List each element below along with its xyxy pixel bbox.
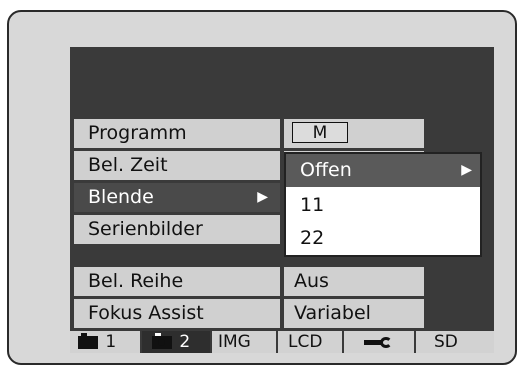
menu-row-label-text: Blende <box>88 186 154 208</box>
menu-row-value: Aus <box>284 267 424 296</box>
submenu-arrow-icon: ▶ <box>257 189 268 205</box>
camera-icon <box>152 332 172 349</box>
wrench-icon <box>364 337 394 348</box>
menu-row-value: Variabel <box>284 299 424 328</box>
menu-row-label: Bel. Zeit <box>74 151 280 180</box>
menu-row-label: Bel. Reihe <box>74 267 280 296</box>
tab-lcd[interactable]: LCD <box>278 331 344 353</box>
tab-camera-1[interactable]: 1 <box>70 331 142 353</box>
tab-label: IMG <box>218 332 251 352</box>
tab-sd[interactable]: SD <box>416 331 494 353</box>
option-label: 22 <box>300 227 325 249</box>
menu-row-label: Fokus Assist <box>74 299 280 328</box>
tab-img[interactable]: IMG <box>212 331 278 353</box>
mode-value-box: M <box>292 122 348 143</box>
menu-row-label: Serienbilder <box>74 215 280 244</box>
option-label: Offen <box>300 159 352 181</box>
menu-row-label: Blende ▶ <box>74 183 280 212</box>
tab-label: 1 <box>105 332 117 352</box>
camera-body: Programm M Bel. Zeit Blende ▶ Serienbild… <box>7 10 517 365</box>
tab-label: SD <box>434 332 458 352</box>
camera-icon <box>78 332 98 349</box>
tab-camera-2[interactable]: 2 <box>142 331 212 353</box>
screen-header-area <box>70 47 494 119</box>
dropdown-option-offen[interactable]: Offen ▶ <box>286 154 480 187</box>
tab-setup[interactable] <box>344 331 416 353</box>
option-label: 11 <box>300 194 325 216</box>
tab-label: 2 <box>179 332 191 352</box>
menu-tab-bar: 1 2 IMG LCD SD <box>70 331 494 353</box>
dropdown-option-22[interactable]: 22 <box>286 222 480 255</box>
submenu-arrow-icon: ▶ <box>461 162 472 178</box>
dropdown-option-11[interactable]: 11 <box>286 189 480 222</box>
menu-row-label: Programm <box>74 119 280 148</box>
tab-label: LCD <box>288 332 323 352</box>
aperture-dropdown: Offen ▶ 11 22 <box>284 152 482 257</box>
menu-row-value: M <box>284 119 424 148</box>
